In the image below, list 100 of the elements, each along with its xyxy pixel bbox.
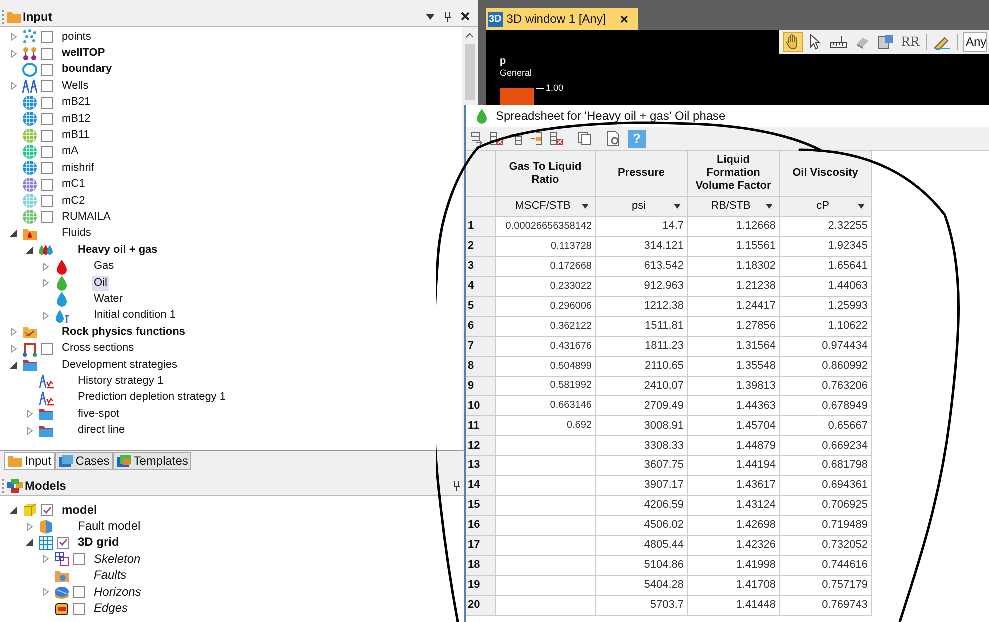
font-tool[interactable]: RR <box>901 32 920 52</box>
expand-icon[interactable] <box>10 344 16 353</box>
insert-row-icon[interactable] <box>530 132 544 146</box>
ruler-icon[interactable] <box>830 35 848 49</box>
expand-icon[interactable] <box>42 588 48 596</box>
layers-icon[interactable] <box>878 34 894 50</box>
expanded-icon[interactable] <box>26 246 33 254</box>
row-number[interactable]: 15 <box>466 496 496 516</box>
tree-item[interactable]: mB21 <box>60 95 93 110</box>
pin-icon[interactable] <box>444 12 452 22</box>
tree-item[interactable]: Initial condition 1 <box>92 308 178 324</box>
checkbox[interactable] <box>41 504 53 516</box>
checkbox[interactable] <box>41 31 53 44</box>
tree-item[interactable]: mB11 <box>60 128 92 144</box>
tree-item[interactable]: Gas <box>92 259 116 274</box>
checkbox[interactable] <box>57 536 69 549</box>
checkbox[interactable] <box>41 162 53 174</box>
row-number[interactable]: 13 <box>466 456 496 476</box>
close-button[interactable]: × <box>620 12 628 26</box>
checkbox[interactable] <box>41 80 53 92</box>
checkbox[interactable] <box>73 586 85 598</box>
row-number[interactable]: 1 <box>466 217 496 237</box>
expanded-icon[interactable] <box>10 362 17 368</box>
tree-item[interactable]: mishrif <box>60 160 96 176</box>
tree-item[interactable]: mC1 <box>60 177 88 192</box>
checkbox[interactable] <box>41 48 53 60</box>
eraser-icon[interactable] <box>855 35 872 49</box>
unit-dropdown[interactable]: psi <box>596 197 688 217</box>
tree-item[interactable]: boundary <box>60 62 114 78</box>
panel-tab[interactable]: Cases <box>54 452 113 470</box>
row-number[interactable]: 4 <box>466 276 496 297</box>
pointer-icon[interactable] <box>809 34 824 50</box>
unit-dropdown[interactable]: MSCF/STB <box>496 197 596 217</box>
row-number[interactable]: 6 <box>466 316 496 337</box>
expand-icon[interactable] <box>10 50 16 58</box>
tree-item[interactable]: model <box>60 502 100 518</box>
tree-item[interactable]: Heavy oil + gas <box>76 242 160 258</box>
row-number[interactable]: 8 <box>466 356 496 376</box>
expanded-icon[interactable] <box>10 506 17 514</box>
scroll-thumb[interactable] <box>465 44 475 100</box>
row-number[interactable]: 18 <box>466 556 496 576</box>
row-number[interactable]: 12 <box>466 436 496 456</box>
tree-item[interactable]: Oil <box>92 276 110 291</box>
delete-row-icon[interactable] <box>490 132 504 146</box>
tree-item[interactable]: five-spot <box>76 406 122 422</box>
close-icon[interactable] <box>461 12 470 21</box>
tree-item[interactable]: wellTOP <box>60 46 108 62</box>
expand-icon[interactable] <box>26 410 32 418</box>
checkbox[interactable] <box>41 146 53 158</box>
expand-icon[interactable] <box>26 522 32 531</box>
row-number[interactable]: 3 <box>466 256 496 277</box>
checkbox[interactable] <box>41 211 53 224</box>
column-header[interactable]: Pressure <box>596 151 688 197</box>
window-tab[interactable]: 3D 3D window 1 [Any] × <box>486 8 638 30</box>
append-row-icon[interactable] <box>470 132 484 146</box>
tree-item[interactable]: Fluids <box>60 226 94 242</box>
row-number[interactable]: 19 <box>466 576 496 596</box>
expand-icon[interactable] <box>42 555 48 564</box>
tree-item[interactable]: Water <box>92 292 125 307</box>
row-number[interactable]: 7 <box>466 336 496 357</box>
expand-icon[interactable] <box>42 262 48 271</box>
row-number[interactable]: 16 <box>466 516 496 536</box>
tree-item[interactable]: Faults <box>92 568 129 584</box>
checkbox[interactable] <box>41 96 53 109</box>
row-number[interactable]: 2 <box>466 236 496 257</box>
copy-icon[interactable] <box>578 132 592 146</box>
row-number[interactable]: 5 <box>466 296 496 317</box>
checkbox[interactable] <box>73 602 85 615</box>
tree-item[interactable]: Rock physics functions <box>60 324 188 340</box>
tree-item[interactable]: mA <box>60 144 80 160</box>
column-header[interactable]: Liquid Formation Volume Factor <box>688 151 780 197</box>
dropdown-icon[interactable] <box>426 14 435 20</box>
unit-dropdown[interactable]: RB/STB <box>688 197 780 217</box>
row-number[interactable]: 17 <box>466 536 496 556</box>
caret-icon[interactable] <box>858 204 865 209</box>
tree-item[interactable]: Horizons <box>92 584 144 600</box>
row-number[interactable]: 14 <box>466 476 496 496</box>
row-number[interactable]: 11 <box>466 416 496 436</box>
tree-item[interactable]: History strategy 1 <box>76 374 166 389</box>
tree-item[interactable]: direct line <box>76 423 128 438</box>
caret-icon[interactable] <box>674 204 681 209</box>
expanded-icon[interactable] <box>26 539 33 546</box>
tree-item[interactable]: Skeleton <box>92 552 143 567</box>
tree-item[interactable]: mB12 <box>60 112 93 127</box>
pin-icon[interactable] <box>453 480 461 490</box>
expand-icon[interactable] <box>42 312 48 320</box>
settings-icon[interactable] <box>606 130 622 146</box>
checkbox[interactable] <box>41 178 53 191</box>
row-number[interactable]: 10 <box>466 396 496 416</box>
checkbox[interactable] <box>41 342 53 355</box>
insert-row-icon[interactable] <box>510 132 524 146</box>
tree-item[interactable]: RUMAILA <box>60 210 113 225</box>
expand-icon[interactable] <box>10 33 16 42</box>
unit-dropdown[interactable]: cP <box>780 197 872 217</box>
expanded-icon[interactable] <box>10 230 17 238</box>
expand-icon[interactable] <box>10 82 16 90</box>
tree-item[interactable]: Wells <box>60 78 91 94</box>
scroll-up-icon[interactable] <box>466 33 474 38</box>
column-header[interactable]: Gas To Liquid Ratio <box>496 151 596 197</box>
row-number[interactable]: 20 <box>466 596 496 616</box>
